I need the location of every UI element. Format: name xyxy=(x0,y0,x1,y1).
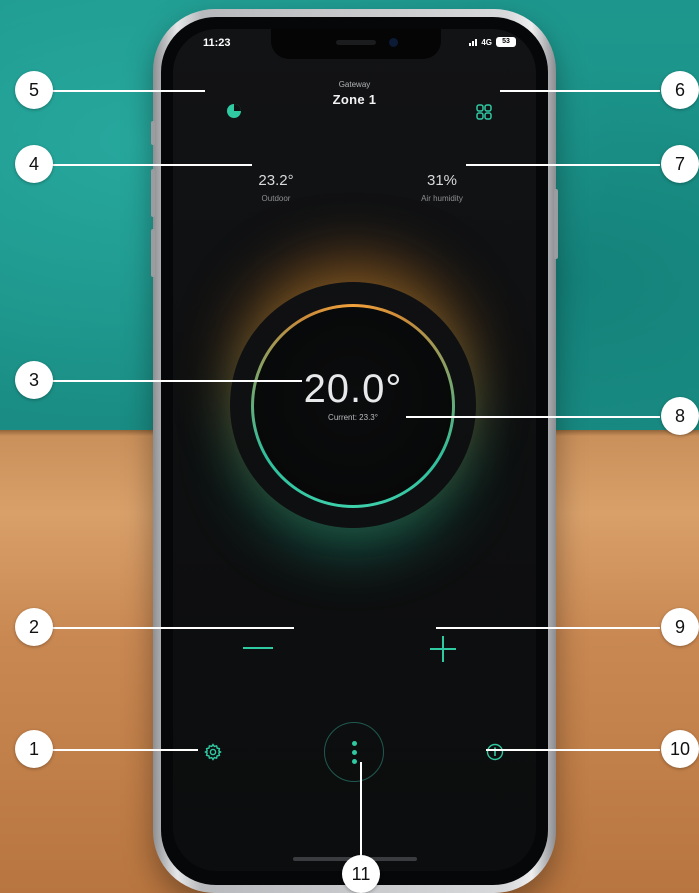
callout-line-9 xyxy=(436,627,660,629)
status-time: 11:23 xyxy=(203,37,231,49)
app-screen: 11:23 4G 53 Gateway Zone 1 23.2° Outdoor… xyxy=(173,29,536,871)
callout-line-3 xyxy=(52,380,302,382)
callout-line-5 xyxy=(52,90,205,92)
callout-badge-4: 4 xyxy=(15,145,53,183)
humidity-label: Air humidity xyxy=(421,194,463,203)
callout-badge-8: 8 xyxy=(661,397,699,435)
callout-badge-1: 1 xyxy=(15,730,53,768)
callout-badge-11: 11 xyxy=(342,855,380,893)
menu-button[interactable] xyxy=(324,722,384,782)
more-dot xyxy=(351,749,357,755)
status-indicators: 4G 53 xyxy=(469,37,516,47)
callout-line-4 xyxy=(52,164,252,166)
info-icon xyxy=(486,743,504,761)
increase-button[interactable] xyxy=(426,632,460,666)
notch xyxy=(271,29,441,59)
callout-badge-9: 9 xyxy=(661,608,699,646)
callout-line-11 xyxy=(360,762,362,856)
callout-line-6 xyxy=(500,90,660,92)
callout-badge-3: 3 xyxy=(15,361,53,399)
speaker xyxy=(336,40,376,45)
callout-badge-7: 7 xyxy=(661,145,699,183)
zones-button[interactable] xyxy=(473,101,495,123)
setpoint-temperature: 20.0° xyxy=(303,367,403,411)
more-dot xyxy=(351,758,357,764)
humidity-value: 31% xyxy=(426,172,458,189)
front-camera xyxy=(389,38,398,47)
minus-icon xyxy=(243,647,273,649)
grid-icon xyxy=(476,104,492,120)
decrease-button[interactable] xyxy=(238,635,278,661)
settings-button[interactable] xyxy=(201,740,225,764)
callout-line-10 xyxy=(486,749,660,751)
callout-line-8 xyxy=(406,416,660,418)
callout-line-2 xyxy=(52,627,294,629)
callout-badge-2: 2 xyxy=(15,608,53,646)
header-subtitle: Gateway xyxy=(338,80,371,89)
gear-icon xyxy=(204,743,222,761)
battery-icon: 53 xyxy=(496,37,516,47)
volume-up-button xyxy=(151,169,155,217)
callout-line-7 xyxy=(466,164,660,166)
mute-switch xyxy=(151,121,155,145)
outdoor-temperature: 23.2° xyxy=(258,172,294,189)
phone-frame: 11:23 4G 53 Gateway Zone 1 23.2° Outdoor… xyxy=(151,9,558,893)
callout-badge-10: 10 xyxy=(661,730,699,768)
signal-icon xyxy=(469,38,478,46)
callout-badge-6: 6 xyxy=(661,71,699,109)
callout-badge-5: 5 xyxy=(15,71,53,109)
outdoor-label: Outdoor xyxy=(261,194,291,203)
power-button xyxy=(554,189,558,259)
more-vertical-icon xyxy=(351,740,357,746)
plus-icon xyxy=(430,636,456,662)
volume-down-button xyxy=(151,229,155,277)
info-button[interactable] xyxy=(483,740,507,764)
callout-line-1 xyxy=(52,749,198,751)
network-type: 4G xyxy=(481,37,492,47)
